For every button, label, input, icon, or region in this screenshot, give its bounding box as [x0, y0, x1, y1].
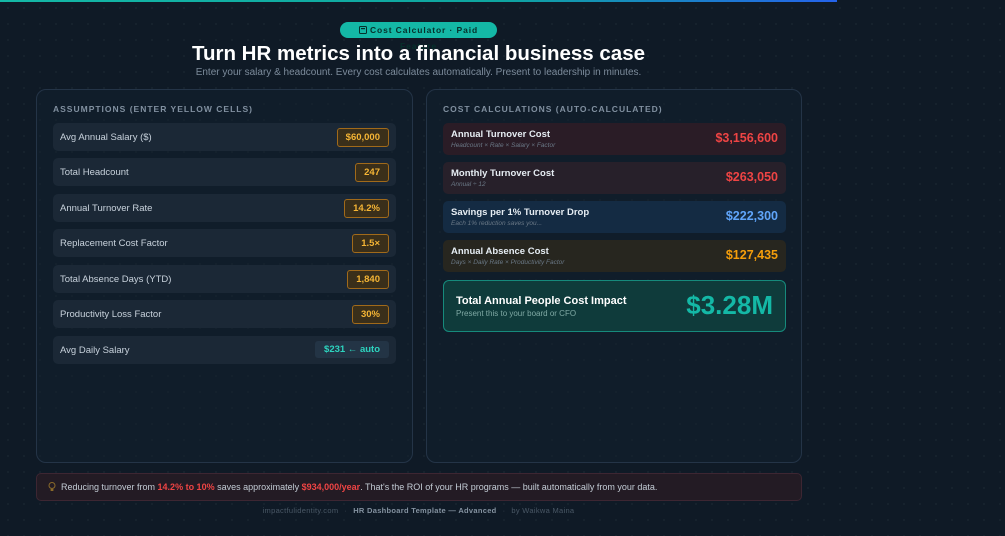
roi-insight-banner: Reducing turnover from 14.2% to 10% save… [36, 473, 802, 501]
card-value: $263,050 [725, 170, 778, 184]
card-value: $127,435 [725, 248, 778, 262]
banner-prefix: Reducing turnover from [61, 482, 158, 492]
assumption-label: Avg Daily Salary [60, 345, 130, 356]
monthly-turnover-cost-card: Monthly Turnover Cost Annual ÷ 12 $263,0… [443, 162, 786, 194]
assumptions-title: ASSUMPTIONS (ENTER YELLOW CELLS) [53, 104, 253, 114]
assumption-label: Productivity Loss Factor [60, 309, 162, 320]
turnover-rate-input[interactable]: 14.2% [344, 199, 389, 218]
page-subtitle: Enter your salary & headcount. Every cos… [195, 67, 642, 78]
assumption-label: Annual Turnover Rate [60, 203, 153, 214]
card-formula: Annual ÷ 12 [451, 181, 486, 188]
total-title: Total Annual People Cost Impact [456, 295, 627, 307]
avg-salary-input[interactable]: $60,000 [336, 128, 389, 147]
card-title: Monthly Turnover Cost [451, 168, 555, 179]
lightbulb-icon [48, 482, 56, 491]
footer-author: by Waikwa Maina [511, 506, 575, 515]
banner-middle: saves approximately [214, 482, 302, 492]
assumption-row-replacement-factor: Replacement Cost Factor 1.5× [53, 229, 396, 257]
calculator-icon [358, 26, 367, 34]
total-value: $3.28M [686, 290, 773, 320]
assumption-label: Total Headcount [60, 167, 129, 178]
banner-amount: $934,000/year [301, 482, 361, 492]
footer-product: HR Dashboard Template — Advanced [353, 506, 497, 515]
savings-per-percent-card: Savings per 1% Turnover Drop Each 1% red… [443, 201, 786, 233]
card-title: Savings per 1% Turnover Drop [451, 207, 590, 218]
replacement-factor-input[interactable]: 1.5× [352, 234, 389, 253]
productivity-factor-input[interactable]: 30% [351, 305, 389, 324]
annual-absence-cost-card: Annual Absence Cost Days × Daily Rate × … [443, 240, 786, 272]
top-accent-bar [0, 0, 837, 2]
assumption-label: Replacement Cost Factor [60, 238, 168, 249]
card-formula: Each 1% reduction saves you... [451, 220, 543, 227]
banner-text: Reducing turnover from 14.2% to 10% save… [61, 482, 657, 492]
assumption-row-turnover-rate: Annual Turnover Rate 14.2% [53, 194, 396, 222]
assumption-row-daily-salary: Avg Daily Salary $231 ← auto [53, 336, 396, 364]
card-title: Annual Turnover Cost [451, 129, 551, 140]
annual-turnover-cost-card: Annual Turnover Cost Headcount × Rate × … [443, 123, 786, 155]
card-value: $3,156,600 [715, 131, 778, 145]
paid-feature-badge: Cost Calculator · Paid Feature [340, 22, 497, 51]
total-impact-card: Total Annual People Cost Impact Present … [443, 280, 786, 332]
footer: impactfulidentity.com · HR Dashboard Templ… [262, 506, 575, 515]
card-formula: Headcount × Rate × Salary × Factor [451, 142, 556, 149]
card-title: Annual Absence Cost [451, 246, 549, 257]
assumption-label: Avg Annual Salary ($) [60, 132, 152, 143]
assumptions-panel: ASSUMPTIONS (ENTER YELLOW CELLS) Avg Ann… [36, 89, 413, 463]
assumption-label: Total Absence Days (YTD) [60, 274, 172, 285]
banner-suffix: . That's the ROI of your HR programs — b… [360, 482, 658, 492]
assumption-row-headcount: Total Headcount 247 [53, 158, 396, 186]
assumption-row-absence-days: Total Absence Days (YTD) 1,840 [53, 265, 396, 293]
total-subtitle: Present this to your board or CFO [456, 309, 577, 318]
headcount-input[interactable]: 247 [355, 163, 389, 182]
card-value: $222,300 [725, 209, 778, 223]
absence-days-input[interactable]: 1,840 [347, 270, 389, 289]
page-title: Turn HR metrics into a financial busines… [191, 42, 646, 65]
banner-range: 14.2% to 10% [157, 482, 215, 492]
footer-site-link[interactable]: impactfulidentity.com [263, 506, 339, 515]
assumption-row-avg-salary: Avg Annual Salary ($) $60,000 [53, 123, 396, 151]
calculations-panel: COST CALCULATIONS (AUTO-CALCULATED) Annu… [426, 89, 802, 463]
calculations-title: COST CALCULATIONS (AUTO-CALCULATED) [443, 104, 663, 114]
card-formula: Days × Daily Rate × Productivity Factor [451, 259, 565, 266]
assumption-row-productivity-factor: Productivity Loss Factor 30% [53, 300, 396, 328]
daily-salary-auto-value: $231 ← auto [315, 341, 389, 358]
